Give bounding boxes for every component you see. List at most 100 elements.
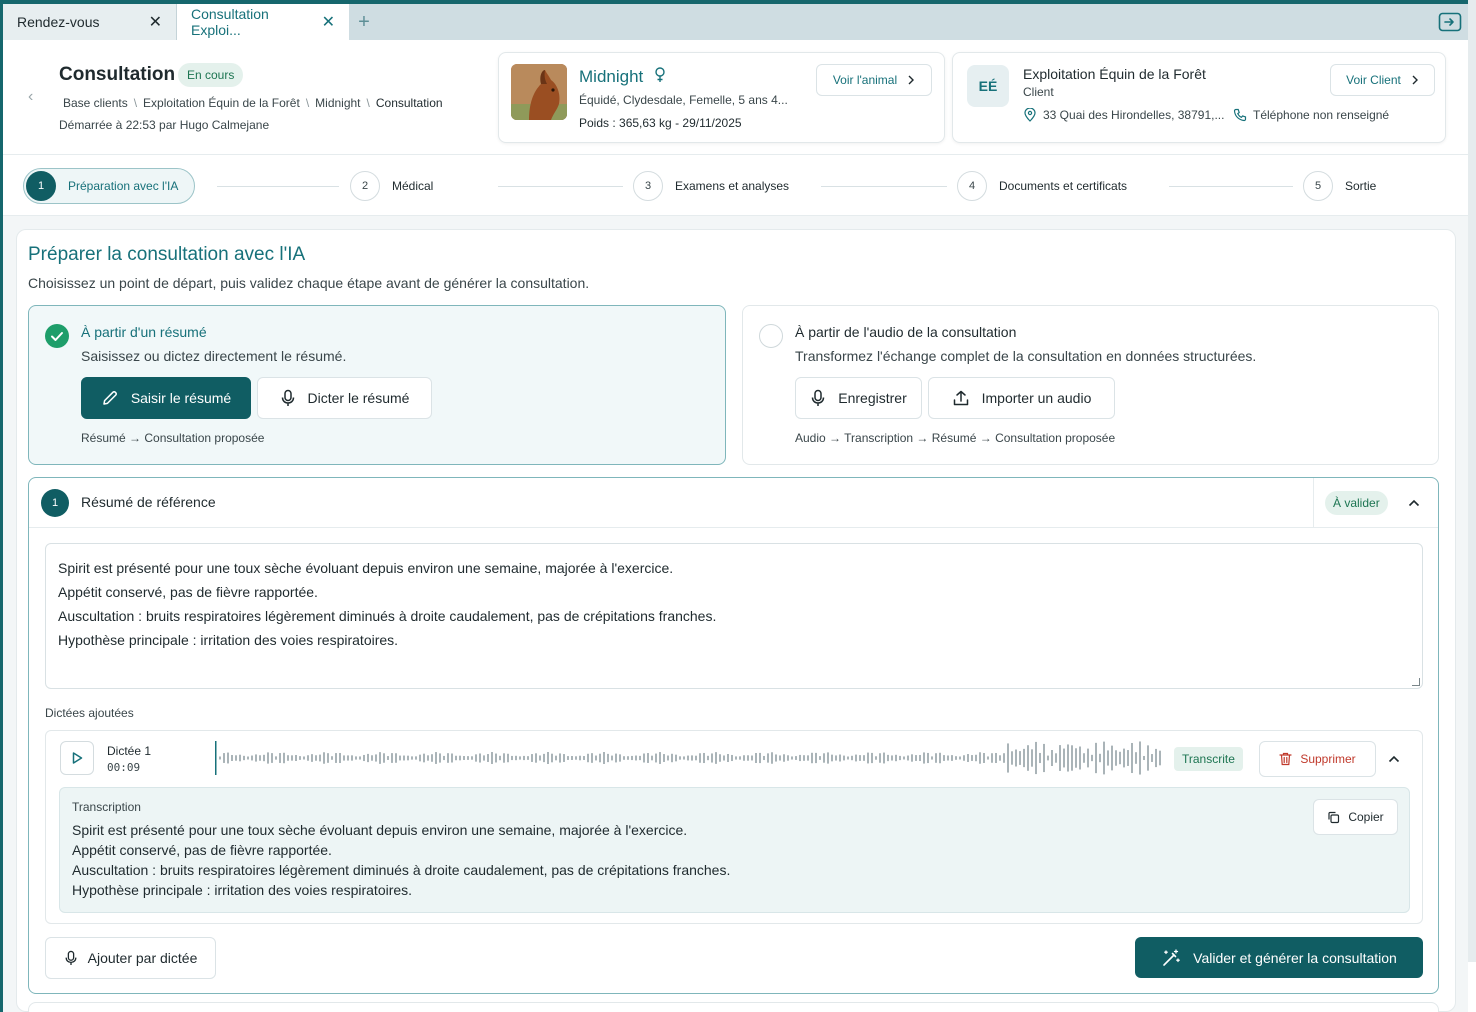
view-animal-button[interactable]: Voir l'animal	[816, 64, 932, 96]
waveform-bar	[703, 752, 705, 764]
waveform-bar	[379, 752, 381, 764]
tab-rendez-vous[interactable]: Rendez-vous ✕	[3, 4, 177, 40]
step-number: 5	[1303, 171, 1333, 201]
import-audio-button[interactable]: Importer un audio	[928, 377, 1115, 419]
waveform-bar	[1115, 750, 1117, 766]
breadcrumb-separator: \	[305, 96, 310, 110]
waveform-bar	[835, 755, 837, 761]
waveform-bar	[1083, 753, 1085, 763]
chevron-up-icon[interactable]	[1404, 493, 1424, 513]
transcription-line: Hypothèse principale : irritation des vo…	[72, 882, 413, 898]
step-medical[interactable]: 2 Médical	[350, 168, 433, 204]
step-label: Préparation avec l'IA	[68, 179, 179, 193]
waveform-bar	[279, 753, 281, 763]
waveform-bar	[575, 756, 577, 760]
step-documents[interactable]: 4 Documents et certificats	[957, 168, 1127, 204]
stepper: 1 Préparation avec l'IA 2 Médical 3 Exam…	[3, 154, 1468, 216]
resize-handle[interactable]	[1412, 678, 1420, 686]
option-summary[interactable]: À partir d'un résumé Saisissez ou dictez…	[28, 305, 726, 465]
summary-textarea[interactable]: Spirit est présenté pour une toux sèche …	[45, 543, 1423, 689]
upload-icon	[953, 390, 968, 406]
client-name[interactable]: Exploitation Équin de la Forêt	[1023, 66, 1206, 82]
chevron-up-icon[interactable]	[1384, 749, 1404, 769]
type-summary-button[interactable]: Saisir le résumé	[81, 377, 251, 419]
waveform-bar	[723, 755, 725, 761]
step-preparation[interactable]: 1 Préparation avec l'IA	[23, 168, 196, 204]
next-section-card	[28, 1002, 1439, 1012]
copy-button[interactable]: Copier	[1313, 799, 1398, 835]
close-icon[interactable]: ✕	[322, 12, 335, 32]
delete-dictation-button[interactable]: Supprimer	[1259, 741, 1376, 777]
option-description: Transformez l'échange complet de la cons…	[795, 348, 1257, 364]
radio-circle-icon[interactable]	[759, 324, 783, 348]
step-label: Sortie	[1345, 179, 1377, 193]
waveform-bar	[1151, 754, 1153, 762]
waveform-bar	[451, 753, 453, 763]
step-number: 4	[957, 171, 987, 201]
waveform-bar	[511, 755, 513, 761]
breadcrumb-item-client[interactable]: Exploitation Équin de la Forêt	[143, 96, 300, 110]
breadcrumb-item-base-clients[interactable]: Base clients	[63, 96, 128, 110]
waveform-bar	[947, 755, 949, 761]
view-client-button[interactable]: Voir Client	[1330, 64, 1435, 96]
summary-line: Appétit conservé, pas de fièvre rapporté…	[58, 584, 318, 600]
waveform-bar	[891, 755, 893, 761]
location-icon	[1024, 108, 1036, 122]
waveform-bar	[895, 754, 897, 762]
waveform-bar	[295, 755, 297, 761]
waveform-bar	[731, 754, 733, 762]
animal-weight: Poids : 365,63 kg - 29/11/2025	[579, 116, 742, 130]
waveform-bar	[647, 753, 649, 763]
waveform-bar	[359, 756, 361, 760]
play-button[interactable]	[60, 741, 94, 775]
waveform-bar	[667, 755, 669, 761]
add-dictation-button[interactable]: Ajouter par dictée	[45, 937, 216, 979]
waveform-bar	[823, 753, 825, 763]
tab-label: Consultation Exploi...	[191, 6, 269, 38]
tab-label: Rendez-vous	[17, 14, 100, 30]
transcription-line: Spirit est présenté pour une toux sèche …	[72, 822, 688, 838]
waveform-bar	[991, 753, 993, 763]
waveform-bar	[791, 756, 793, 760]
breadcrumb-item-animal[interactable]: Midnight	[315, 96, 360, 110]
back-chevron-icon[interactable]: ‹	[28, 88, 33, 106]
waveform-bar	[619, 754, 621, 762]
waveform-bar	[939, 752, 941, 764]
copy-label: Copier	[1348, 810, 1384, 824]
option-audio[interactable]: À partir de l'audio de la consultation T…	[742, 305, 1439, 465]
waveform-bar	[259, 755, 261, 761]
step-sortie[interactable]: 5 Sortie	[1303, 168, 1376, 204]
record-button[interactable]: Enregistrer	[795, 377, 922, 419]
panel-toggle-icon[interactable]	[1432, 4, 1468, 40]
waveform-bar	[639, 755, 641, 761]
section-header[interactable]: 1 Résumé de référence À valider	[29, 478, 1438, 528]
waveform-bar	[599, 753, 601, 763]
waveform-bar	[335, 753, 337, 763]
step-number: 3	[633, 171, 663, 201]
waveform-bar	[427, 755, 429, 761]
validate-generate-button[interactable]: Valider et générer la consultation	[1135, 937, 1423, 978]
waveform-bar	[783, 754, 785, 762]
dictate-summary-button[interactable]: Dicter le résumé	[257, 377, 432, 419]
add-tab-icon[interactable]: +	[349, 4, 379, 40]
waveform-bar	[223, 753, 225, 763]
dictation-name: Dictée 1	[107, 744, 152, 758]
waveform-bar	[435, 752, 437, 764]
step-examens[interactable]: 3 Examens et analyses	[633, 168, 789, 204]
waveform-bar	[1059, 745, 1061, 771]
close-icon[interactable]: ✕	[149, 12, 162, 32]
waveform-bar	[283, 752, 285, 764]
audio-waveform[interactable]	[215, 739, 1163, 777]
waveform-bar	[1095, 742, 1097, 774]
playhead[interactable]	[215, 741, 217, 775]
waveform-bar	[343, 755, 345, 761]
waveform-bar	[539, 755, 541, 761]
tab-consultation[interactable]: Consultation Exploi... ✕	[177, 4, 349, 40]
pencil-icon	[103, 391, 117, 405]
waveform-bar	[1143, 755, 1145, 761]
waveform-bar	[651, 755, 653, 761]
waveform-bar	[311, 754, 313, 762]
panel-subtitle: Choisissez un point de départ, puis vali…	[28, 275, 590, 291]
validate-generate-label: Valider et générer la consultation	[1193, 949, 1397, 966]
animal-name[interactable]: Midnight	[579, 67, 666, 87]
